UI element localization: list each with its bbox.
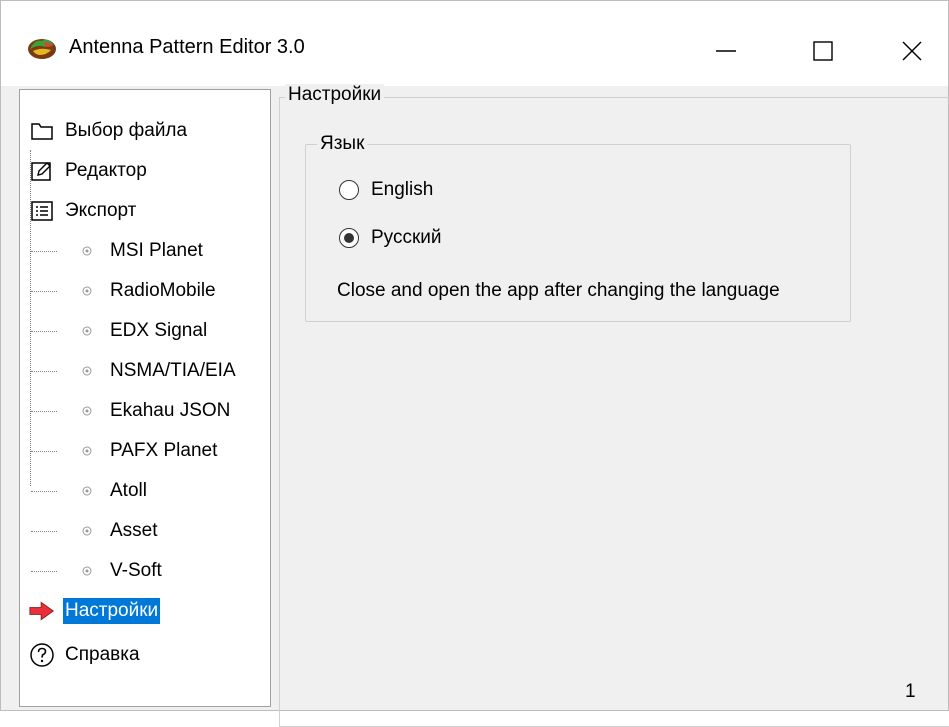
language-restart-note: Close and open the app after changing th…	[337, 280, 780, 301]
tree-item-label: Ekahau JSON	[110, 400, 231, 421]
title-bar[interactable]: Antenna Pattern Editor 3.0	[1, 1, 948, 86]
radio-label: English	[371, 179, 434, 200]
tree-child-nsma[interactable]: NSMA/TIA/EIA	[81, 355, 238, 387]
tree-item-label: MSI Planet	[110, 240, 203, 261]
tree-item-label: Выбор файла	[65, 120, 188, 141]
bullet-icon	[81, 325, 93, 337]
maximize-icon	[812, 40, 834, 62]
bullet-icon	[81, 485, 93, 497]
page-number: 1	[905, 681, 916, 702]
app-logo-icon	[27, 35, 57, 61]
tree-item-file-select[interactable]: Выбор файла	[29, 115, 189, 147]
tree-child-edx-signal[interactable]: EDX Signal	[81, 315, 209, 347]
tree-item-editor[interactable]: Редактор	[29, 155, 149, 187]
arrow-right-icon	[29, 598, 55, 624]
bullet-icon	[81, 565, 93, 577]
tree-item-label-selected: Настройки	[63, 598, 161, 624]
tree-child-asset[interactable]: Asset	[81, 515, 160, 547]
close-icon	[901, 40, 923, 62]
tree-item-label: RadioMobile	[110, 280, 216, 301]
tree-item-label: Экспорт	[65, 200, 137, 221]
bullet-icon	[81, 525, 93, 537]
bullet-icon	[81, 405, 93, 417]
tree-child-atoll[interactable]: Atoll	[81, 475, 149, 507]
bullet-icon	[81, 445, 93, 457]
list-icon	[29, 198, 55, 224]
radio-russian[interactable]: Русский	[339, 223, 442, 253]
tree-item-label: Atoll	[110, 480, 147, 501]
tree-item-settings[interactable]: Настройки	[29, 595, 161, 627]
tree-item-label: PAFX Planet	[110, 440, 218, 461]
tree-child-ekahau-json[interactable]: Ekahau JSON	[81, 395, 232, 427]
minimize-button[interactable]	[681, 21, 771, 81]
tree-child-pafx-planet[interactable]: PAFX Planet	[81, 435, 219, 467]
tree-item-label: V-Soft	[110, 560, 162, 581]
minimize-icon	[715, 40, 737, 62]
tree-child-v-soft[interactable]: V-Soft	[81, 555, 164, 587]
settings-group-title: Настройки	[285, 84, 385, 106]
radio-label: Русский	[371, 227, 442, 248]
app-window: Antenna Pattern Editor 3.0 Выбор файла Р…	[0, 0, 949, 727]
tree-item-label: Редактор	[65, 160, 147, 181]
tree-item-label: NSMA/TIA/EIA	[110, 360, 236, 381]
tree-child-msi-planet[interactable]: MSI Planet	[81, 235, 205, 267]
tree-item-label: EDX Signal	[110, 320, 208, 341]
radio-english[interactable]: English	[339, 175, 433, 205]
bullet-icon	[81, 245, 93, 257]
folder-icon	[29, 118, 55, 144]
tree-item-export[interactable]: Экспорт	[29, 195, 138, 227]
tree-item-help[interactable]: Справка	[29, 639, 142, 671]
edit-icon	[29, 158, 55, 184]
close-button[interactable]	[867, 21, 949, 81]
tree-item-label: Справка	[65, 644, 140, 665]
window-title: Antenna Pattern Editor 3.0	[69, 36, 305, 58]
help-icon	[29, 642, 55, 668]
bullet-icon	[81, 285, 93, 297]
bullet-icon	[81, 365, 93, 377]
tree-item-label: Asset	[110, 520, 158, 541]
tree-child-radiomobile[interactable]: RadioMobile	[81, 275, 218, 307]
language-group-title: Язык	[317, 133, 368, 155]
maximize-button[interactable]	[778, 21, 868, 81]
radio-checked-icon	[339, 228, 359, 248]
radio-unchecked-icon	[339, 180, 359, 200]
